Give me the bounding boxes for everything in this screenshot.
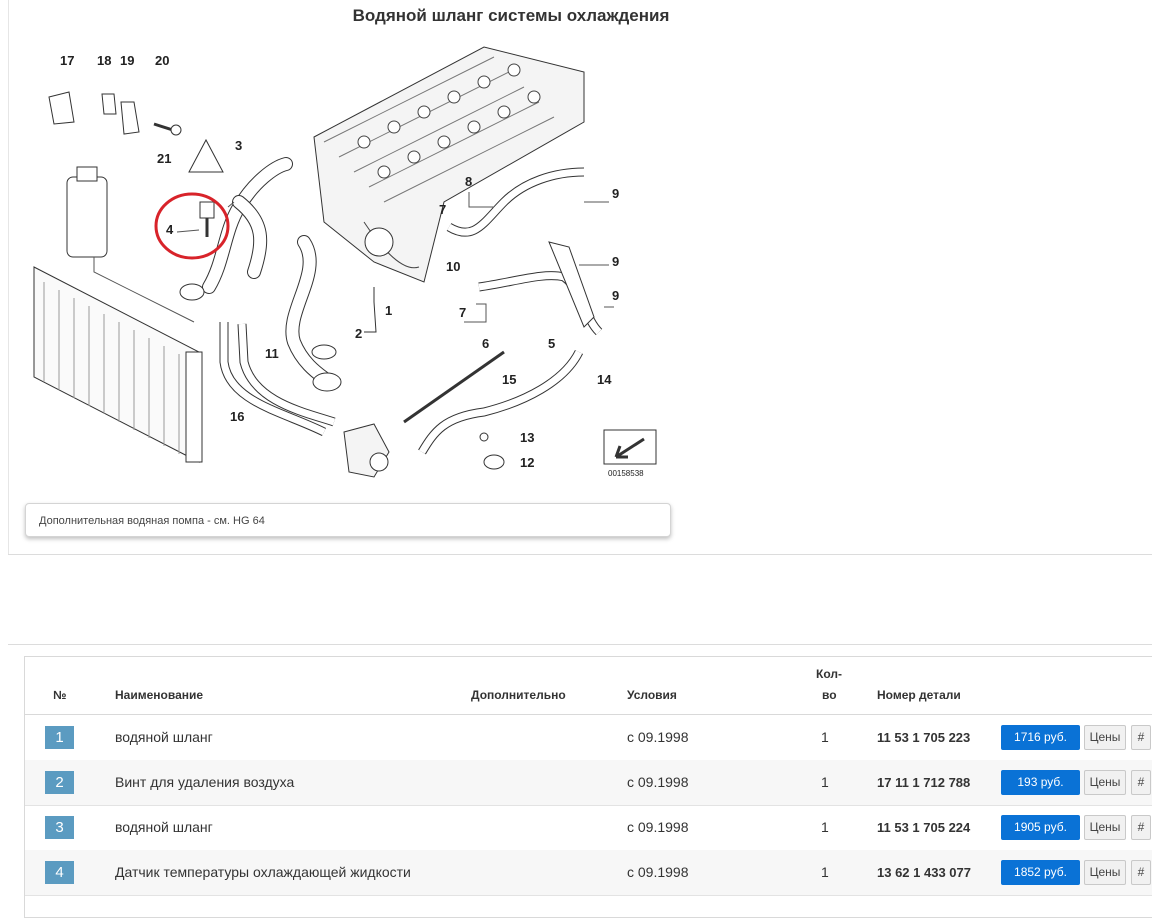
page-title: Водяной шланг системы охлаждения [352, 6, 670, 25]
callout-1: 1 [385, 303, 392, 318]
row-conditions: с 09.1998 [627, 729, 689, 745]
header-qty-line2: во [822, 688, 837, 702]
part-18 [101, 93, 117, 115]
link-button[interactable]: # [1131, 815, 1151, 840]
prices-button[interactable]: Цены [1084, 725, 1126, 750]
row-name: Датчик температуры охлаждающей жидкости [115, 864, 411, 880]
callout-6: 6 [482, 336, 489, 351]
row-name: водяной шланг [115, 819, 213, 835]
hose-5 [418, 349, 584, 455]
callout-9-c: 9 [612, 288, 619, 303]
header-num: № [53, 688, 67, 702]
prices-button[interactable]: Цены [1084, 770, 1126, 795]
price-button[interactable]: 193 руб. [1001, 770, 1080, 795]
callout-17: 17 [60, 53, 74, 68]
parts-diagram: 17 18 19 20 21 3 4 8 7 9 10 9 9 1 2 11 1… [24, 32, 668, 492]
divider [8, 554, 1152, 555]
row-number-badge[interactable]: 1 [45, 726, 74, 749]
price-button[interactable]: 1852 руб. [1001, 860, 1080, 885]
link-button[interactable]: # [1131, 725, 1151, 750]
part-4 [199, 201, 215, 219]
row-conditions: с 09.1998 [627, 774, 689, 790]
parts-table: № Наименование Дополнительно Условия Кол… [24, 656, 1152, 918]
callout-11: 11 [265, 346, 279, 361]
row-number-badge[interactable]: 3 [45, 816, 74, 839]
callout-9-a: 9 [612, 186, 619, 201]
callout-2: 2 [355, 326, 362, 341]
table-row: 3 водяной шланг с 09.1998 1 11 53 1 705 … [25, 805, 1152, 851]
divider [8, 644, 1152, 645]
callout-15: 15 [502, 372, 516, 387]
callout-19: 19 [120, 53, 134, 68]
row-number-badge[interactable]: 4 [45, 861, 74, 884]
row-part-number: 11 53 1 705 223 [877, 730, 971, 745]
price-button[interactable]: 1716 руб. [1001, 725, 1080, 750]
header-extra: Дополнительно [471, 688, 566, 702]
callout-12: 12 [520, 455, 534, 470]
callout-9-b: 9 [612, 254, 619, 269]
diagram-note: Дополнительная водяная помпа - см. HG 64 [25, 503, 671, 537]
radiator [33, 266, 203, 463]
left-border [8, 0, 9, 555]
table-header: № Наименование Дополнительно Условия Кол… [25, 657, 1152, 715]
row-name: водяной шланг [115, 729, 213, 745]
row-name: Винт для удаления воздуха [115, 774, 295, 790]
row-qty: 1 [821, 819, 829, 835]
table-row: 1 водяной шланг с 09.1998 1 11 53 1 705 … [25, 715, 1152, 761]
callout-8: 8 [465, 174, 472, 189]
callout-7-top: 7 [439, 202, 446, 217]
price-button[interactable]: 1905 руб. [1001, 815, 1080, 840]
header-qty-line1: Кол- [816, 667, 842, 681]
callout-14: 14 [597, 372, 612, 387]
row-qty: 1 [821, 864, 829, 880]
row-number-badge[interactable]: 2 [45, 771, 74, 794]
row-qty: 1 [821, 774, 829, 790]
callout-18: 18 [97, 53, 111, 68]
callout-21: 21 [157, 151, 171, 166]
callout-20: 20 [155, 53, 169, 68]
part-17 [48, 91, 75, 125]
header-part-number: Номер детали [877, 688, 961, 702]
callout-16: 16 [230, 409, 244, 424]
header-conditions: Условия [627, 688, 677, 702]
row-conditions: с 09.1998 [627, 819, 689, 835]
row-conditions: с 09.1998 [627, 864, 689, 880]
row-part-number: 11 53 1 705 224 [877, 820, 971, 835]
link-button[interactable]: # [1131, 860, 1151, 885]
row-qty: 1 [821, 729, 829, 745]
part-21 [188, 138, 224, 173]
callout-3: 3 [235, 138, 242, 153]
table-row: 4 Датчик температуры охлаждающей жидкост… [25, 850, 1152, 896]
callout-4: 4 [166, 222, 174, 237]
prices-button[interactable]: Цены [1084, 815, 1126, 840]
callout-5: 5 [548, 336, 555, 351]
row-part-number: 13 62 1 433 077 [877, 865, 971, 880]
table-row: 2 Винт для удаления воздуха с 09.1998 1 … [25, 760, 1152, 806]
callout-7-bottom: 7 [459, 305, 466, 320]
diagram-code: 00158538 [608, 469, 644, 478]
callout-10: 10 [446, 259, 460, 274]
prices-button[interactable]: Цены [1084, 860, 1126, 885]
row-part-number: 17 11 1 712 788 [877, 775, 971, 790]
engine-block [313, 46, 585, 283]
header-name: Наименование [115, 688, 204, 702]
link-button[interactable]: # [1131, 770, 1151, 795]
callout-13: 13 [520, 430, 534, 445]
part-19 [120, 101, 140, 135]
